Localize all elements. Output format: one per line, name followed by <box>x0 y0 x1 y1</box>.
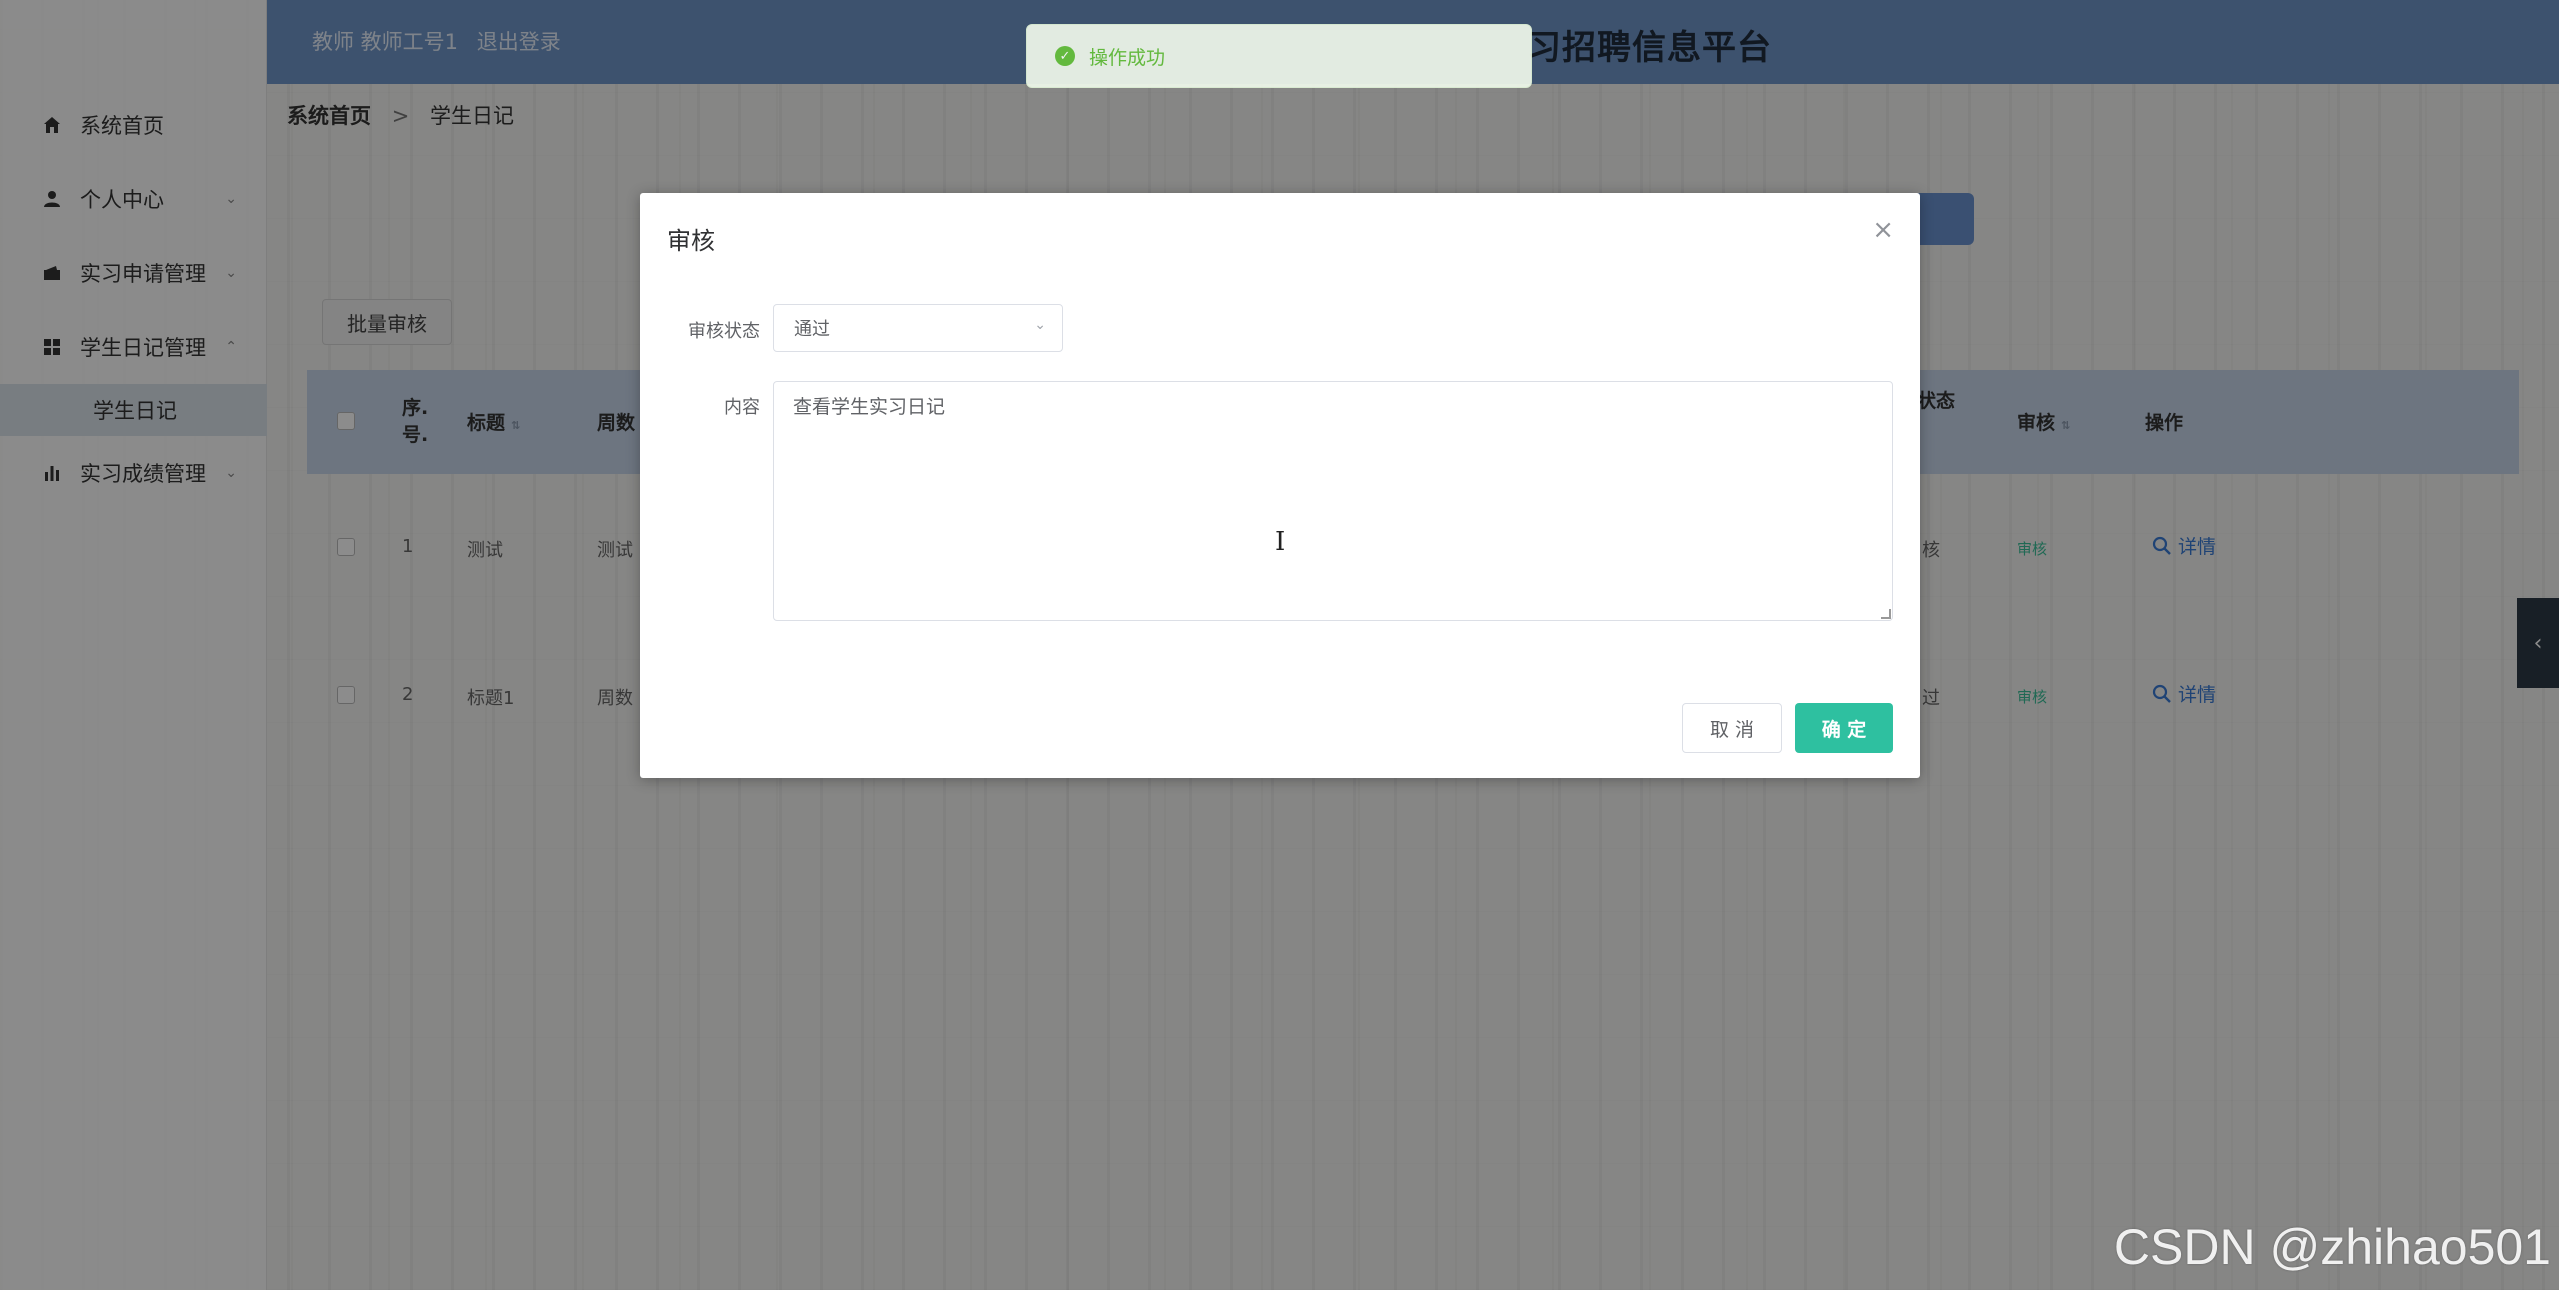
review-status-value: 通过 <box>794 319 830 340</box>
watermark: CSDN @zhihao501 <box>2113 1219 2551 1275</box>
dialog-title: 审核 <box>667 227 715 255</box>
text-cursor-icon: I <box>1275 527 1286 557</box>
resize-handle[interactable] <box>1881 609 1891 619</box>
chevron-down-icon: ⌄ <box>1034 317 1046 333</box>
confirm-button[interactable]: 确 定 <box>1795 703 1893 753</box>
status-label: 审核状态 <box>688 321 760 342</box>
check-circle-icon: ✓ <box>1055 46 1075 66</box>
success-toast: ✓ 操作成功 <box>1026 24 1532 88</box>
content-textarea[interactable]: 查看学生实习日记 <box>773 381 1893 621</box>
review-status-select[interactable]: 通过 ⌄ <box>773 304 1063 352</box>
close-icon[interactable]: × <box>1872 215 1894 245</box>
cancel-button[interactable]: 取 消 <box>1682 703 1782 753</box>
review-dialog: 审核 × 审核状态 通过 ⌄ 内容 查看学生实习日记 I 取 消 确 定 <box>640 193 1920 778</box>
toast-message: 操作成功 <box>1089 46 1166 69</box>
content-label: 内容 <box>724 397 760 418</box>
